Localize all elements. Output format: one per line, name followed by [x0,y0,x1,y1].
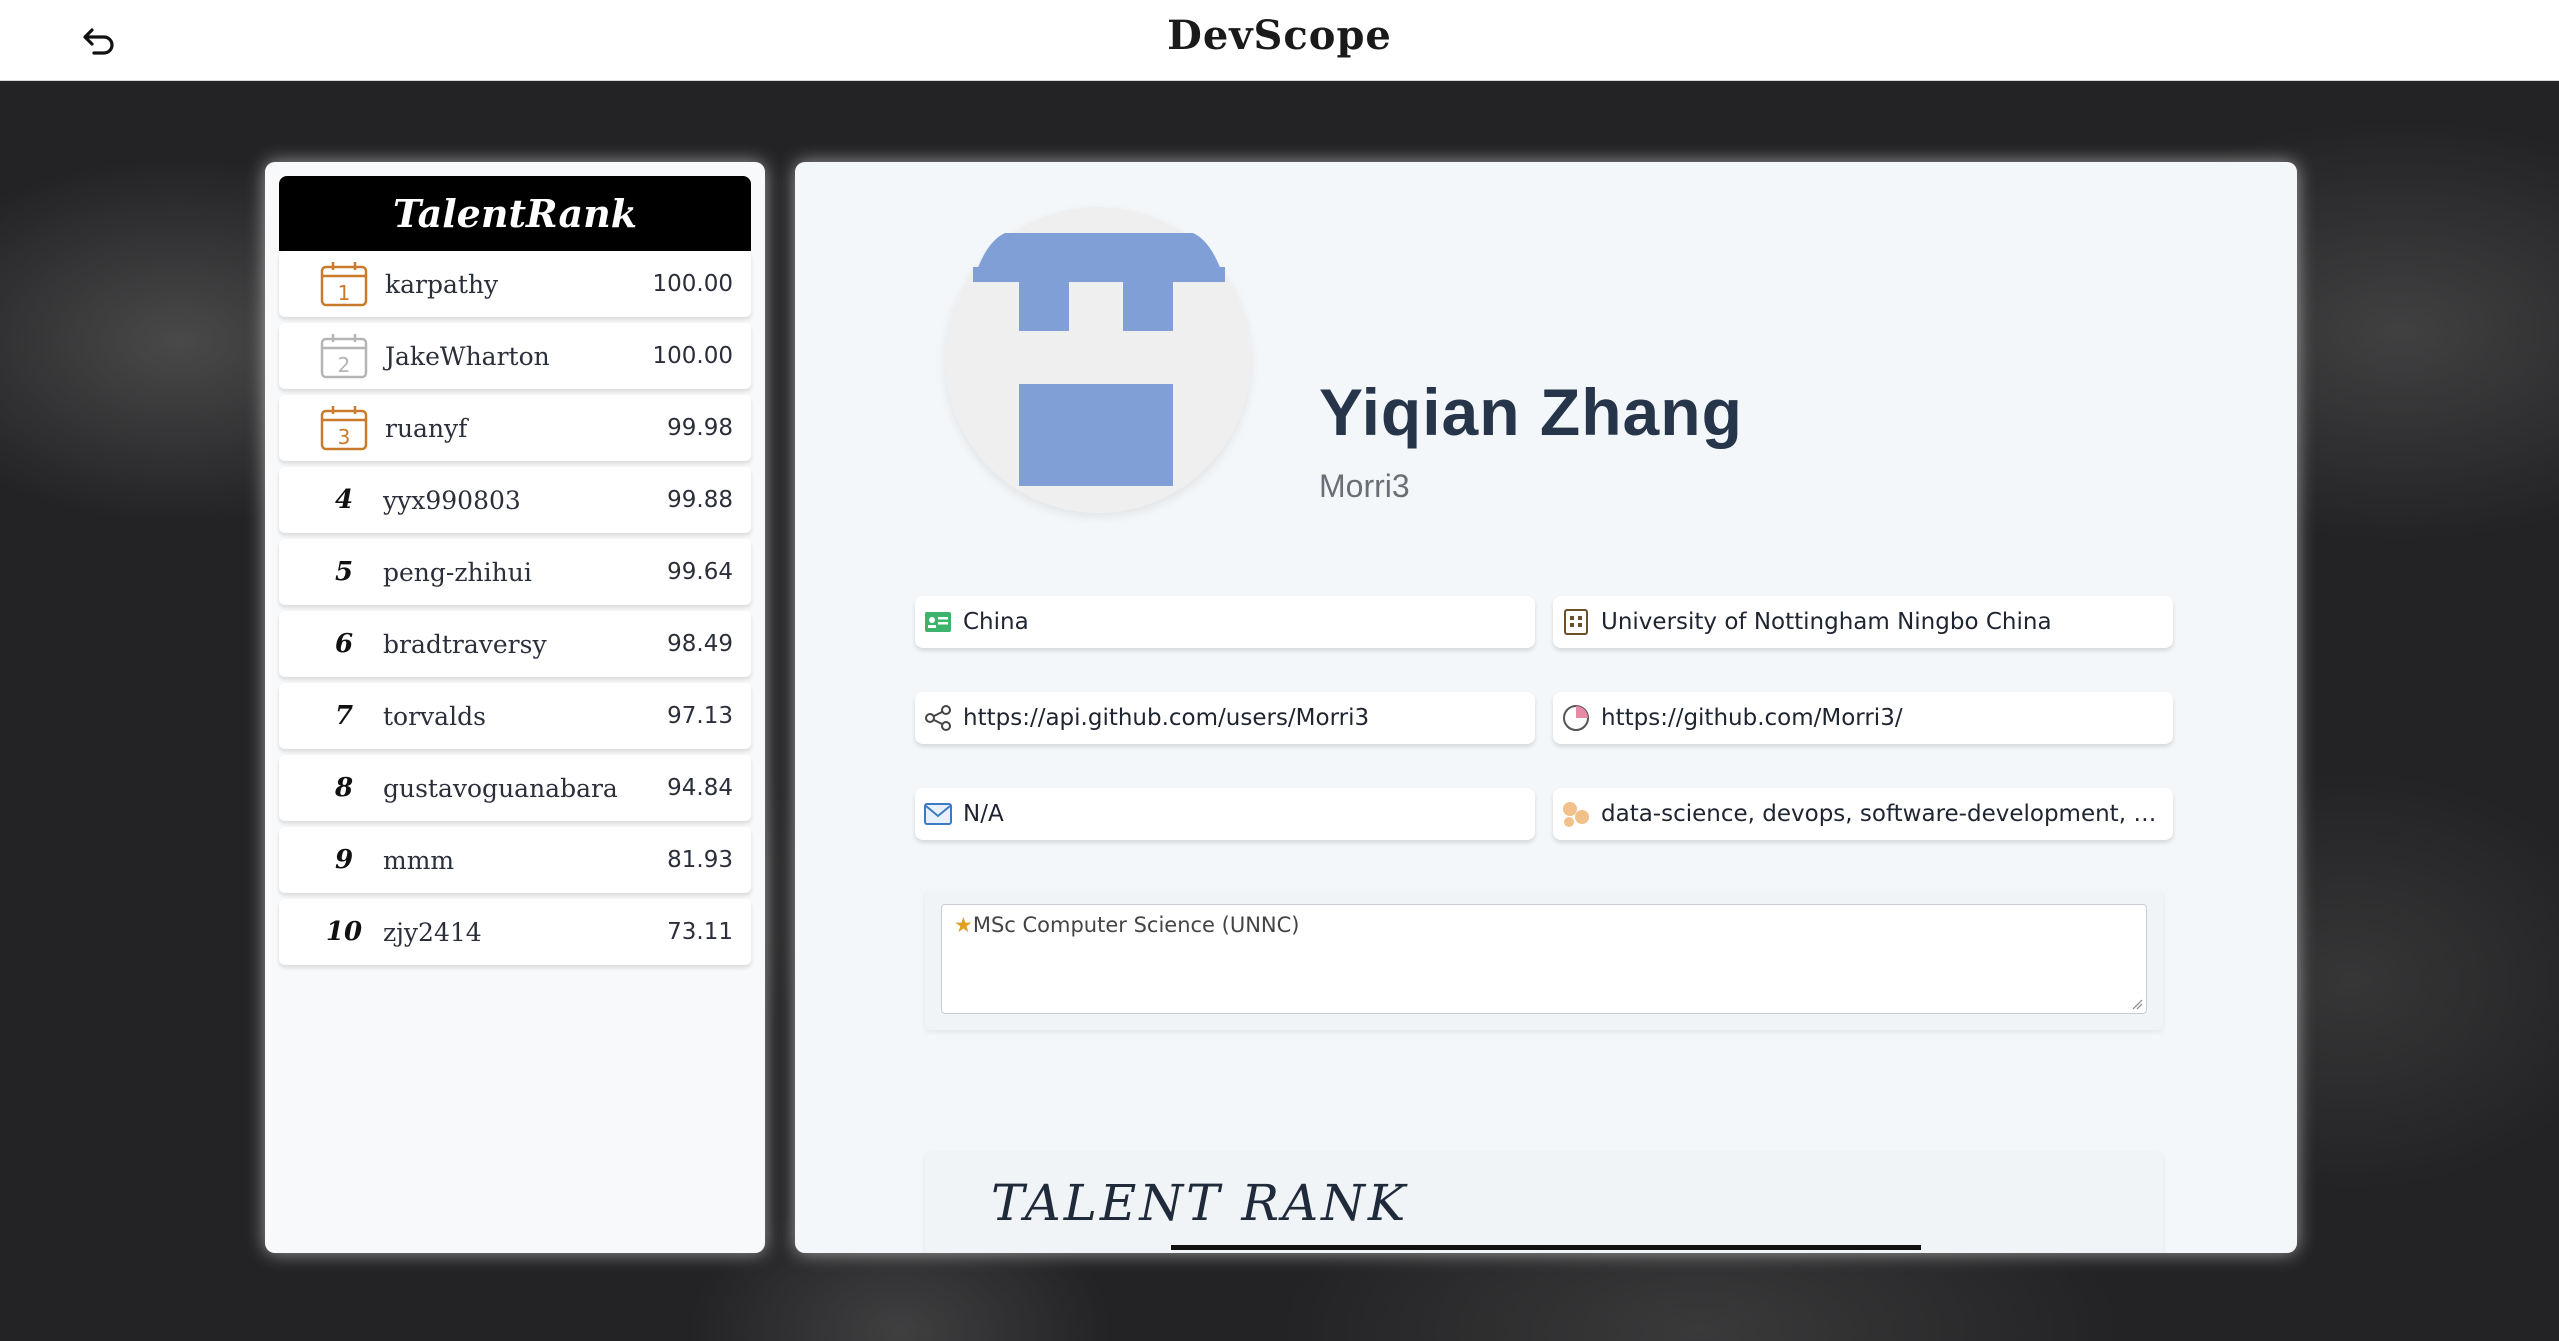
company-field: University of Nottingham Ningbo China [1553,596,2173,648]
rank-score: 99.64 [667,559,733,585]
building-icon [1561,607,1591,637]
rank-item-5[interactable]: 5 peng-zhihui 99.64 [279,539,751,605]
rank-item-9[interactable]: 9 mmm 81.93 [279,827,751,893]
rank-item-4[interactable]: 4 yyx990803 99.88 [279,467,751,533]
rank-item-8[interactable]: 8 gustavoguanabara 94.84 [279,755,751,821]
calendar-medal-icon: 3 [320,406,368,451]
rank-item-6[interactable]: 6 bradtraversy 98.49 [279,611,751,677]
rank-name: torvalds [383,701,486,731]
profile-card: Yiqian Zhang Morri3 China University of … [795,162,2297,1253]
share-icon [923,703,953,733]
star-icon: ★ [954,913,973,937]
medal-rank-text: 1 [338,281,351,305]
rank-item-1[interactable]: 1 karpathy 100.00 [279,251,751,317]
rank-item-7[interactable]: 7 torvalds 97.13 [279,683,751,749]
profile-username: Morri3 [1319,468,1410,504]
rank-number: 8 [334,773,354,803]
topics-field: data-science, devops, software-developme… [1553,788,2173,840]
company-value: University of Nottingham Ningbo China [1601,609,2052,635]
topics-value: data-science, devops, software-developme… [1601,801,2173,827]
email-value: N/A [963,801,1004,827]
rank-item-3[interactable]: 3 ruanyf 99.98 [279,395,751,461]
rank-name: gustavoguanabara [383,773,618,803]
mail-icon [923,799,953,829]
talent-rank-panel: TalentRank 1 karpathy 100.00 2 JakeWhart… [265,162,765,1253]
rank-number: 6 [334,629,354,659]
rank-name: JakeWharton [385,341,550,371]
rank-score: 99.88 [667,487,733,513]
rank-name: mmm [383,845,455,875]
html-url-value: https://github.com/Morri3/ [1601,705,1903,731]
rank-score: 100.00 [652,271,733,297]
api-url-value: https://api.github.com/users/Morri3 [963,705,1370,731]
rank-score: 98.49 [667,631,733,657]
talent-rank-title: TALENT RANK [991,1174,1409,1232]
rank-number: 9 [334,845,354,875]
rank-name: bradtraversy [383,629,547,659]
location-field: China [915,596,1535,648]
rank-score: 97.13 [667,703,733,729]
talent-rank-section: TALENT RANK [925,1152,2163,1253]
talent-rank-underline [1171,1245,1921,1250]
avatar [945,207,1251,513]
medal-rank-text: 2 [338,353,351,377]
rank-score: 100.00 [652,343,733,369]
medal-rank-text: 3 [338,425,351,449]
location-value: China [963,609,1029,635]
rank-item-10[interactable]: 10 zjy2414 73.11 [279,899,751,965]
pie-chart-icon [1561,703,1591,733]
identicon-avatar-icon [973,233,1225,486]
bio-textarea[interactable]: ★MSc Computer Science (UNNC) [941,904,2147,1014]
resize-grip-icon[interactable] [2131,998,2143,1010]
top-bar: DevScope [0,0,2559,81]
rank-score: 73.11 [667,919,733,945]
rank-item-2[interactable]: 2 JakeWharton 100.00 [279,323,751,389]
email-field: N/A [915,788,1535,840]
html-url-field[interactable]: https://github.com/Morri3/ [1553,692,2173,744]
app-title: DevScope [1167,12,1392,59]
calendar-medal-icon: 2 [320,334,368,379]
rank-number: 7 [334,701,354,731]
rank-number: 5 [334,557,354,587]
bio-container: ★MSc Computer Science (UNNC) [925,890,2163,1030]
bio-text: MSc Computer Science (UNNC) [972,913,1300,937]
calendar-medal-icon: 1 [320,262,368,307]
api-url-field[interactable]: https://api.github.com/users/Morri3 [915,692,1535,744]
rank-number: 4 [334,485,354,515]
rank-list: 1 karpathy 100.00 2 JakeWharton 100.00 3 [279,251,751,965]
rank-panel-title: TalentRank [279,176,751,251]
rank-name: karpathy [385,269,499,299]
rank-name: zjy2414 [383,917,482,947]
rank-name: ruanyf [385,413,468,443]
rank-name: peng-zhihui [383,557,532,587]
id-card-icon [923,607,953,637]
profile-full-name: Yiqian Zhang [1319,375,1743,449]
bubbles-icon [1561,799,1591,829]
rank-score: 99.98 [667,415,733,441]
rank-score: 94.84 [667,775,733,801]
rank-name: yyx990803 [383,485,521,515]
rank-score: 81.93 [667,847,733,873]
rank-number: 10 [325,917,363,947]
